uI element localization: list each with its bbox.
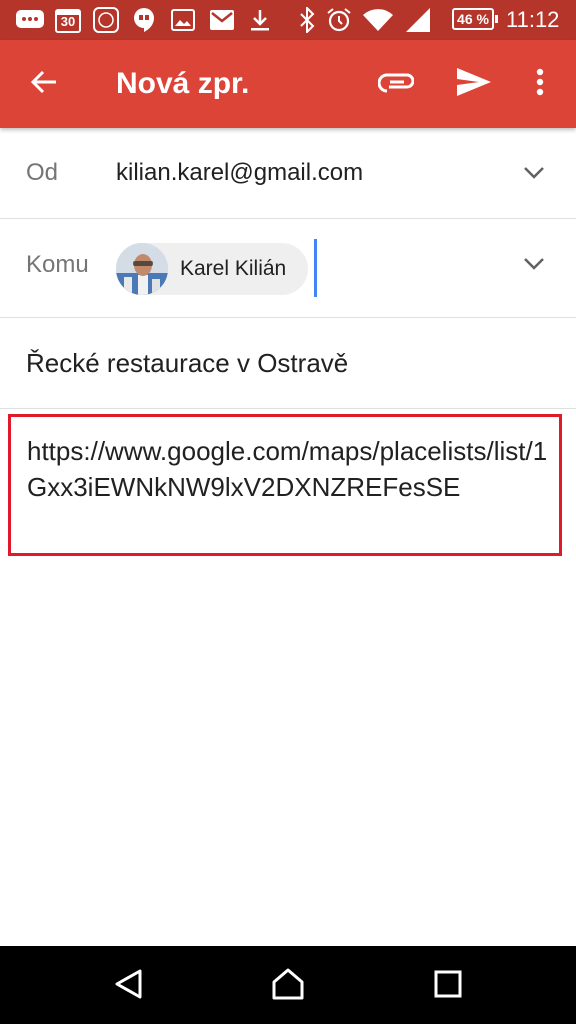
recents-icon bbox=[434, 970, 462, 1003]
mi-icon bbox=[92, 6, 120, 34]
home-icon bbox=[271, 968, 305, 1005]
from-label: Od bbox=[26, 159, 59, 186]
hangouts-icon bbox=[132, 6, 156, 34]
attach-icon bbox=[377, 70, 415, 99]
from-value: kilian.karel@gmail.com bbox=[116, 159, 364, 186]
gmail-icon bbox=[208, 6, 236, 34]
back-button[interactable] bbox=[20, 60, 68, 108]
app-bar: Nová zpr. bbox=[0, 40, 576, 128]
wifi-icon bbox=[362, 6, 394, 34]
nav-home-button[interactable] bbox=[260, 958, 316, 1014]
send-icon bbox=[456, 67, 492, 102]
attach-button[interactable] bbox=[372, 60, 420, 108]
to-label: Komu bbox=[26, 251, 89, 278]
nav-back-button[interactable] bbox=[100, 958, 156, 1014]
battery-percent: 46 % bbox=[457, 11, 489, 27]
signal-icon bbox=[404, 6, 432, 34]
navigation-bar bbox=[0, 946, 576, 1024]
avatar bbox=[116, 243, 168, 295]
send-button[interactable] bbox=[450, 60, 498, 108]
page-title: Nová zpr. bbox=[116, 67, 250, 100]
nav-recents-button[interactable] bbox=[420, 958, 476, 1014]
bluetooth-icon bbox=[298, 6, 316, 34]
message-body[interactable]: https://www.google.com/maps/placelists/l… bbox=[8, 414, 562, 556]
to-row[interactable]: Komu Karel Kilián bbox=[0, 219, 576, 318]
chevron-down-icon[interactable] bbox=[520, 250, 548, 278]
calendar-day: 30 bbox=[60, 14, 76, 29]
download-icon bbox=[248, 6, 272, 34]
chat-icon bbox=[14, 6, 46, 34]
more-options-button[interactable] bbox=[516, 60, 564, 108]
subject-row[interactable]: Řecké restaurace v Ostravě bbox=[0, 318, 576, 409]
gallery-icon bbox=[170, 6, 196, 34]
back-triangle-icon bbox=[113, 968, 143, 1005]
from-row[interactable]: Od kilian.karel@gmail.com bbox=[0, 128, 576, 219]
text-cursor bbox=[314, 239, 317, 297]
chevron-down-icon[interactable] bbox=[520, 159, 548, 187]
recipient-chip[interactable]: Karel Kilián bbox=[116, 243, 308, 295]
status-time: 11:12 bbox=[506, 7, 560, 32]
subject-field[interactable]: Řecké restaurace v Ostravě bbox=[26, 318, 348, 408]
more-vert-icon bbox=[536, 68, 544, 101]
back-arrow-icon bbox=[30, 68, 58, 101]
recipient-name: Karel Kilián bbox=[180, 257, 287, 280]
battery-icon: 46 % bbox=[452, 8, 498, 30]
status-bar: 30 46 % 11:12 bbox=[0, 0, 576, 40]
calendar-icon: 30 bbox=[54, 6, 82, 34]
alarm-icon bbox=[326, 6, 352, 34]
message-body-text[interactable]: https://www.google.com/maps/placelists/l… bbox=[27, 433, 549, 505]
